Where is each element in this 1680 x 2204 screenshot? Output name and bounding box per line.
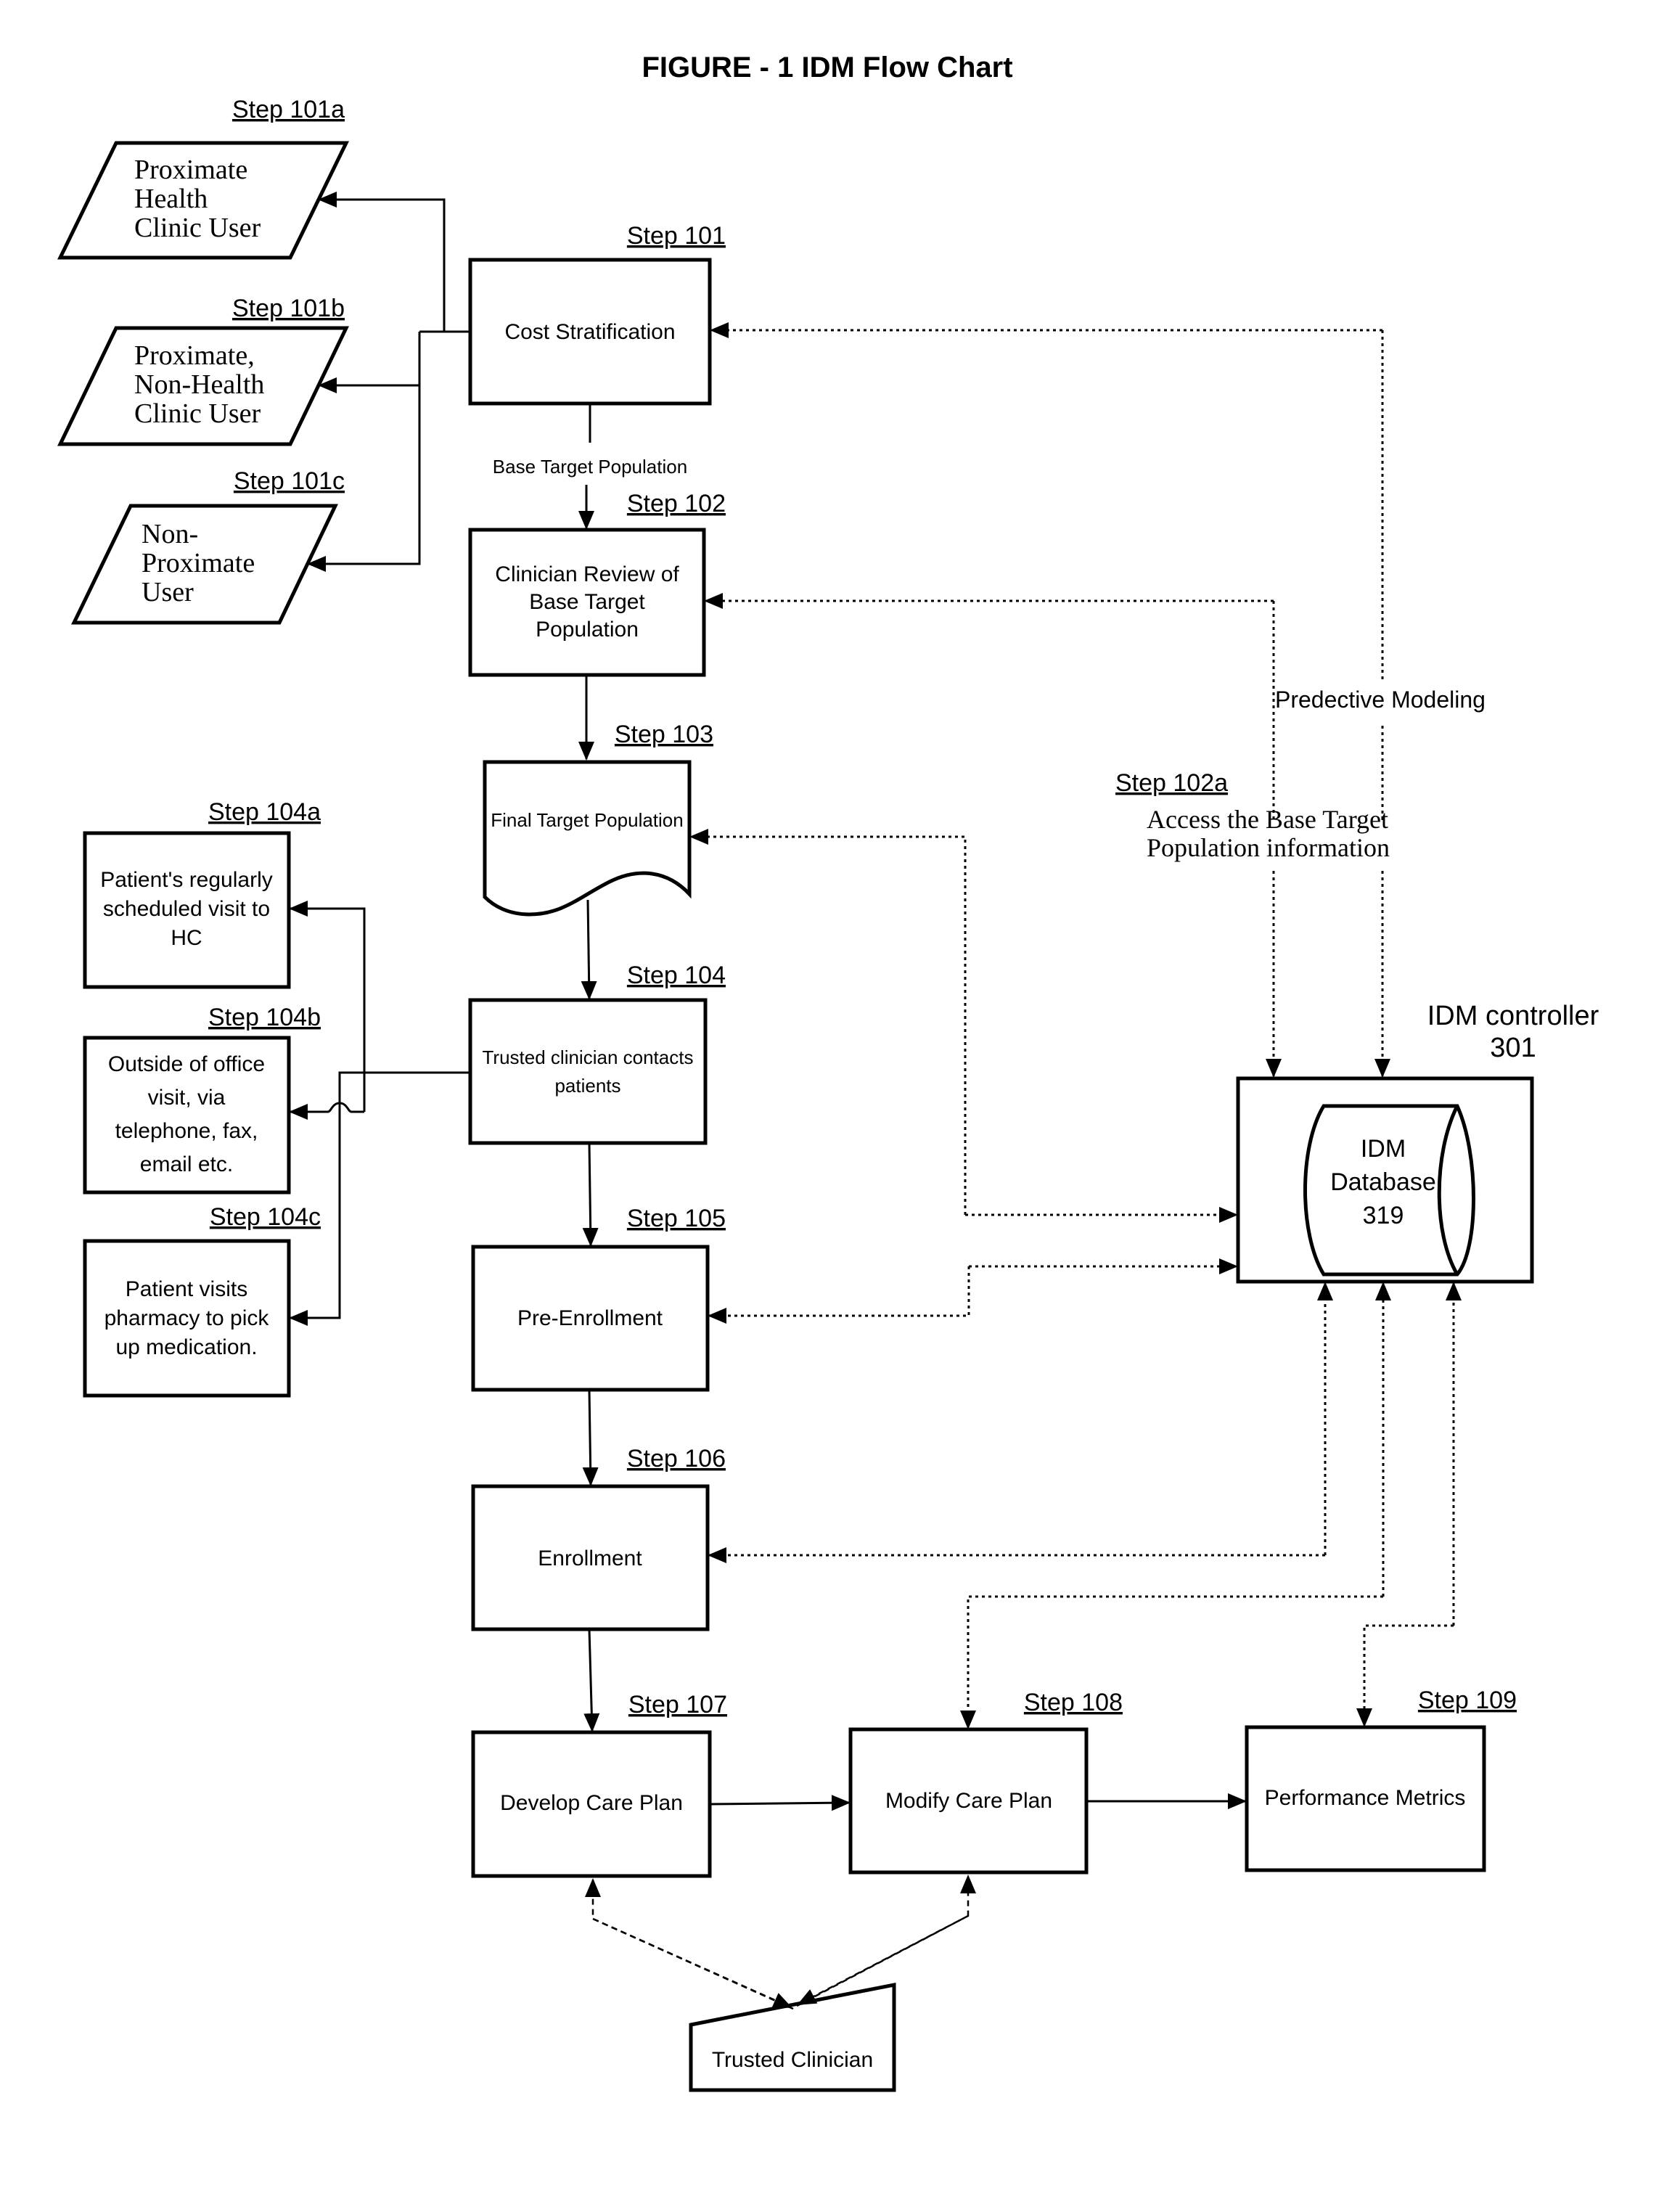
step-101a-line-3: Clinic User [134,213,261,243]
develop-care-plan-text: Develop Care Plan [500,1791,683,1815]
step-102-line-3: Population [536,618,639,642]
step-104b-label: Step 104b [208,1004,321,1031]
trusted-clinician-shape[interactable] [689,1982,896,2092]
step-102a-label: Step 102a [1115,769,1228,797]
step-101a-label: Step 101a [232,96,345,123]
step-104b-line-3: telephone, fax, [115,1119,258,1143]
dashed-to-107 [585,1878,794,2010]
step-105-label: Step 105 [627,1205,726,1232]
step-101b-line-2: Non-Health [134,369,264,400]
dotted-controller-to-103 [689,829,967,1215]
pre-enrollment-text: Pre-Enrollment [517,1306,663,1330]
predictive-modeling-label: Predective Modeling [1275,687,1486,713]
final-target-population-shape[interactable] [483,760,692,917]
dotted-controller-to-105 [708,1266,970,1324]
base-target-population-label: Base Target Population [493,456,687,478]
step-104-line-2: patients [554,1075,620,1097]
idm-controller-title: IDM controller [1427,1001,1599,1031]
step-107-label: Step 107 [628,1691,727,1718]
arrow-107-to-108 [709,1795,851,1811]
step-104b-line-4: email etc. [140,1152,233,1176]
trusted-clinician-text: Trusted Clinician [712,2048,873,2072]
step-101c-line-2: Proximate [142,548,255,578]
database-line-2: Database [1330,1168,1436,1196]
step-108-label: Step 108 [1024,1689,1123,1716]
arrow-104-to-105 [582,1142,599,1247]
arrow-103-to-104 [581,899,597,1000]
step-104c-label: Step 104c [210,1203,321,1231]
arrow-to-104b [289,1102,364,1120]
step-101c-label: Step 101c [234,467,345,495]
idm-flow-chart: FIGURE - 1 IDM Flow Chart Step 101 Cost … [57,52,1599,2092]
step-103-label: Step 103 [615,721,713,748]
step-104b-line-2: visit, via [148,1086,226,1110]
performance-metrics-text: Performance Metrics [1265,1786,1466,1810]
step-104a-line-1: Patient's regularly [100,868,273,892]
dashed-107-to-clinician [592,1917,792,2009]
step-106-label: Step 106 [627,1445,726,1472]
step-104c-line-1: Patient visits [126,1277,247,1301]
idm-controller-number: 301 [1490,1033,1536,1063]
arrow-105-to-106 [582,1389,599,1486]
trusted-clinician-contacts-box[interactable] [468,998,708,1145]
step-101b-label: Step 101b [232,295,345,322]
step-101c-line-1: Non- [142,519,198,549]
arrow-106-to-107 [583,1629,600,1732]
step-102-line-1: Clinician Review of [495,562,679,586]
step-101b-line-1: Proximate, [134,340,255,371]
step-104a-line-2: scheduled visit to [103,897,270,921]
step-104c-line-3: up medication. [115,1335,257,1359]
figure-title: FIGURE - 1 IDM Flow Chart [642,52,1012,83]
step-102a-line-1: Access the Base Target [1147,805,1388,834]
enrollment-text: Enrollment [538,1547,642,1570]
step-104-line-1: Trusted clinician contacts [483,1046,694,1068]
step-101c-line-3: User [142,577,194,607]
step-104a-label: Step 104a [208,798,321,826]
step-101a-line-1: Proximate [134,155,247,185]
database-line-1: IDM [1361,1135,1406,1163]
arrow-to-104c [289,1071,470,1326]
step-104a-line-3: HC [171,926,202,950]
step-101-label: Step 101 [627,222,726,250]
step-101b-line-3: Clinic User [134,398,261,429]
step-102a-line-2: Population information [1147,833,1390,862]
step-102-line-2: Base Target [529,590,645,614]
final-target-population-text: Final Target Population [491,809,683,831]
cost-stratification-text: Cost Stratification [504,320,675,344]
database-line-3: 319 [1363,1202,1404,1229]
step-104-label: Step 104 [627,962,726,989]
step-104b-line-1: Outside of office [108,1052,265,1076]
step-109-label: Step 109 [1418,1687,1517,1714]
step-101a-line-2: Health [134,184,208,214]
step-104c-line-2: pharmacy to pick [105,1306,270,1330]
step-102-label: Step 102 [627,490,726,517]
modify-care-plan-text: Modify Care Plan [885,1789,1052,1813]
